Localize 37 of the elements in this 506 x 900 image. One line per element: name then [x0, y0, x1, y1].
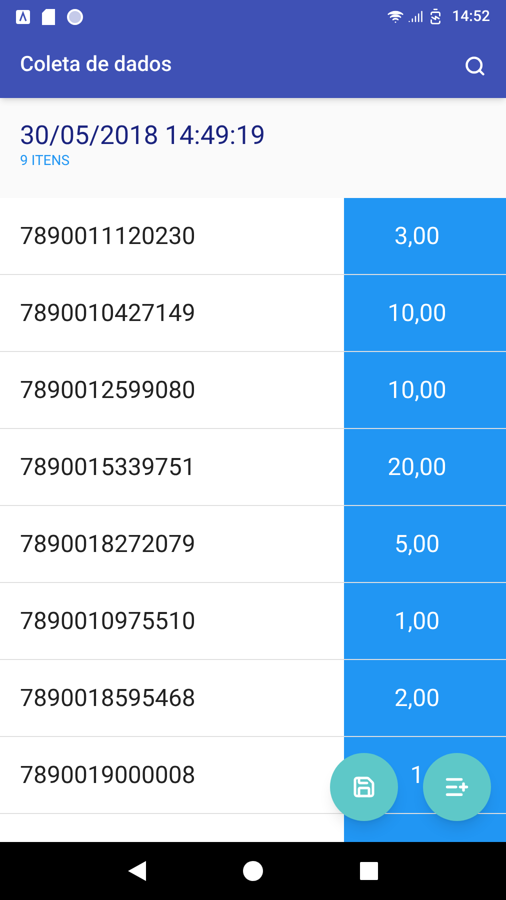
- barcode-text: 7890010427149: [0, 275, 344, 351]
- quantity-cell: 10,00: [344, 352, 506, 428]
- barcode-text: 7890012599080: [0, 352, 344, 428]
- recents-icon[interactable]: [360, 862, 378, 880]
- home-icon[interactable]: [242, 861, 263, 881]
- quantity-cell: 10,00: [344, 275, 506, 351]
- list-row[interactable]: 7890018272079 5,00: [0, 506, 506, 583]
- item-count: 9 ITENS: [20, 152, 71, 170]
- quantity-cell: 3,00: [344, 198, 506, 274]
- signal-icon: [408, 9, 423, 24]
- list-row[interactable]: 7890012599080 10,00: [0, 352, 506, 429]
- quantity-cell: 5,00: [344, 506, 506, 582]
- barcode-text: 7890010975510: [0, 583, 344, 659]
- sd-card-icon: [42, 8, 55, 24]
- list-row[interactable]: 7890011120230 3,00: [0, 198, 506, 275]
- list-row[interactable]: [0, 814, 506, 842]
- barcode-text: 7890015339751: [0, 429, 344, 505]
- save-icon: [352, 775, 376, 799]
- quantity-cell: 20,00: [344, 429, 506, 505]
- quantity-cell: 2,00: [344, 660, 506, 736]
- barcode-text: 7890018595468: [0, 660, 344, 736]
- collection-date: 30/05/2018 14:49:19: [20, 120, 266, 152]
- barcode-text: 7890011120230: [0, 198, 344, 274]
- list-row[interactable]: 7890010427149 10,00: [0, 275, 506, 352]
- back-icon[interactable]: [128, 861, 146, 881]
- list-row[interactable]: 7890018595468 2,00: [0, 660, 506, 737]
- barcode-text: 7890018272079: [0, 506, 344, 582]
- app-title: Coleta de dados: [20, 52, 172, 79]
- wifi-icon: [386, 8, 404, 25]
- circle-icon: [67, 8, 83, 24]
- list-row[interactable]: 7890010975510 1,00: [0, 583, 506, 660]
- list-row[interactable]: 7890015339751 20,00: [0, 429, 506, 506]
- notification-icon: [16, 10, 30, 24]
- search-icon: [464, 54, 486, 76]
- barcode-text: 7890019000008: [0, 737, 344, 813]
- status-time: 14:52: [452, 6, 490, 28]
- quantity-cell: 1,00: [344, 583, 506, 659]
